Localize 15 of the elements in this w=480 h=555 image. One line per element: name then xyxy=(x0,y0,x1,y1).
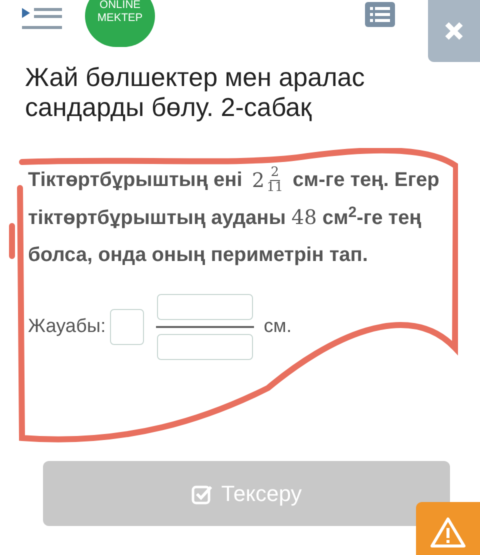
answer-label: Жауабы: xyxy=(28,314,106,339)
denominator-input[interactable] xyxy=(156,334,253,360)
close-icon xyxy=(444,21,464,41)
numerator-input[interactable] xyxy=(156,294,253,320)
unit-text: см. xyxy=(264,314,292,339)
warning-icon xyxy=(430,516,466,548)
whole-input[interactable] xyxy=(110,309,144,346)
logo-text: ONLINE xyxy=(100,0,140,12)
logo-badge[interactable]: ONLINE MEKTEP xyxy=(85,0,155,47)
menu-icon[interactable] xyxy=(22,6,62,32)
close-button[interactable] xyxy=(428,0,480,62)
warning-button[interactable] xyxy=(416,502,480,555)
page-title: Жай бөлшектер мен аралас сандарды бөлу. 2-сабақ xyxy=(24,62,366,122)
list-icon[interactable] xyxy=(365,2,395,27)
logo-text: MEKTEP xyxy=(97,12,143,25)
